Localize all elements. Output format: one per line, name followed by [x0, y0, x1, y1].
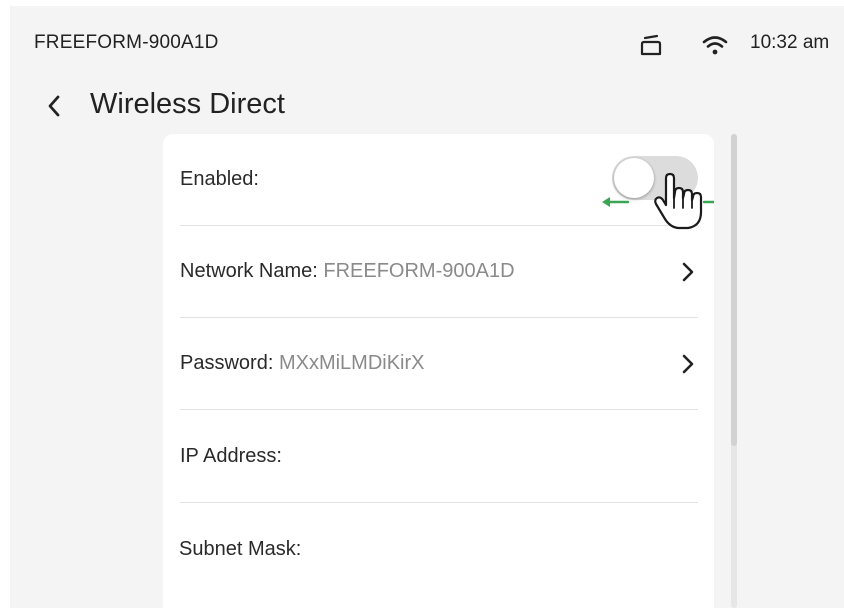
chevron-right-icon[interactable] — [678, 258, 698, 286]
wifi-icon — [702, 36, 728, 55]
scrollbar-thumb[interactable] — [731, 134, 737, 446]
page-title: Wireless Direct — [90, 88, 285, 120]
screen: FREEFORM-900A1D 10:32 am Wireless Direct… — [10, 6, 844, 608]
scrollbar[interactable] — [731, 134, 737, 608]
toggle-knob[interactable] — [614, 158, 654, 198]
enabled-label: Enabled: — [180, 168, 259, 190]
network-name-row[interactable]: Network Name: FREEFORM-900A1D — [180, 226, 698, 318]
enabled-row: Enabled: — [180, 134, 714, 230]
printer-icon — [640, 34, 662, 56]
status-bar: FREEFORM-900A1D 10:32 am — [10, 6, 844, 82]
chevron-right-icon[interactable] — [678, 350, 698, 378]
header: Wireless Direct — [10, 82, 844, 134]
arrow-left-icon — [602, 197, 630, 207]
password-row[interactable]: Password: MXxMiLMDiKirX — [180, 318, 698, 410]
subnet-mask-row: Subnet Mask: — [179, 504, 698, 596]
settings-card: Enabled: Network Name: FREEFORM-900A1D P… — [163, 134, 714, 608]
network-name-label: Network Name: FREEFORM-900A1D — [180, 260, 515, 282]
ip-address-label: IP Address: — [180, 445, 282, 467]
network-name-value: FREEFORM-900A1D — [323, 260, 515, 282]
back-chevron-icon[interactable] — [38, 88, 74, 124]
subnet-mask-label: Subnet Mask: — [179, 538, 302, 560]
pointer-hand-icon — [654, 172, 703, 230]
ip-address-row: IP Address: — [180, 411, 698, 503]
clock: 10:32 am — [750, 32, 830, 53]
device-name: FREEFORM-900A1D — [34, 32, 219, 53]
password-value: MXxMiLMDiKirX — [278, 352, 425, 374]
password-label: Password: MXxMiLMDiKirX — [180, 352, 425, 374]
